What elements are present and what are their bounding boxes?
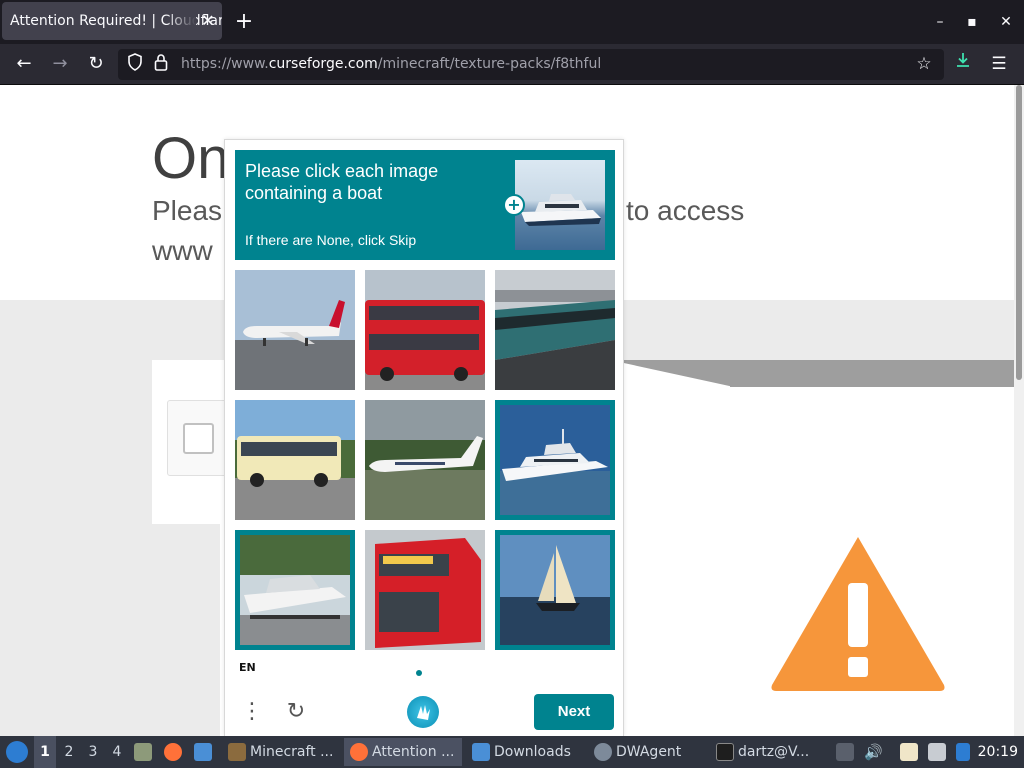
taskbar-app-dwagent[interactable]: DWAgent [588, 738, 706, 766]
menu-icon[interactable]: ☰ [985, 50, 1013, 78]
close-tab-icon[interactable]: ✕ [200, 2, 216, 40]
downloads-icon[interactable] [949, 50, 977, 78]
taskbar-app-terminal[interactable]: dartz@V... [710, 738, 828, 766]
back-arrow-icon[interactable]: ← [10, 50, 38, 78]
taskbar-app-downloads[interactable]: Downloads [466, 738, 584, 766]
tile-sailboat[interactable] [495, 530, 615, 650]
shield-icon[interactable] [124, 53, 146, 75]
next-button[interactable]: Next [534, 694, 614, 730]
panel-tabstrip [730, 360, 1014, 387]
clock[interactable]: 20:19 [978, 736, 1018, 768]
taskbar: 1 2 3 4 Minecraft ... Attention ... Down… [0, 736, 1024, 768]
browser-tab[interactable]: Attention Required! | Cloudflare ✕ [2, 2, 222, 40]
navigation-bar: ← → ↻ https://www.curseforge.com/minecra… [0, 44, 1024, 85]
page-subtitle-start: Pleas [152, 195, 223, 226]
more-options-icon[interactable]: ⋮ [235, 695, 269, 729]
tile-train[interactable] [495, 270, 615, 390]
tray-scroll-icon[interactable] [836, 743, 854, 761]
refresh-challenge-icon[interactable]: ↻ [279, 695, 313, 729]
workspace-1[interactable]: 1 [34, 736, 56, 768]
language-selector[interactable]: EN [239, 661, 256, 674]
minecraft-icon [228, 743, 246, 761]
files-launcher-icon[interactable] [134, 743, 152, 761]
minimize-button[interactable]: – [928, 10, 952, 34]
tile-airplane[interactable] [235, 270, 355, 390]
workspace-2[interactable]: 2 [58, 736, 80, 768]
terminal-icon [716, 743, 734, 761]
new-tab-button[interactable]: + [232, 8, 256, 36]
prompt-subtext: If there are None, click Skip [245, 232, 417, 248]
page-indicator [416, 670, 422, 676]
hcaptcha-challenge: Please click each image containing a boa… [224, 139, 624, 736]
close-window-button[interactable]: ✕ [994, 10, 1018, 34]
workspace-4[interactable]: 4 [106, 736, 128, 768]
url-bar[interactable]: https://www.curseforge.com/minecraft/tex… [118, 49, 944, 80]
reload-icon[interactable]: ↻ [82, 50, 110, 78]
start-menu-icon[interactable] [6, 741, 28, 763]
notification-icon[interactable] [956, 743, 970, 761]
taskbar-app-firefox[interactable]: Attention ... [344, 738, 462, 766]
page-scrollbar[interactable] [1014, 85, 1024, 736]
tile-yacht[interactable] [495, 400, 615, 520]
page-subtitle-end: to access [626, 195, 745, 226]
firefox-launcher-icon[interactable] [164, 743, 182, 761]
maximize-button[interactable]: ▪ [960, 10, 984, 34]
tile-motorboat-on-trailer[interactable] [235, 530, 355, 650]
clipboard-icon[interactable] [900, 743, 918, 761]
tab-bar: Attention Required! | Cloudflare ✕ + – ▪… [0, 0, 1024, 44]
prompt-text: Please click each image containing a boa… [245, 161, 439, 203]
tile-coach-bus[interactable] [235, 400, 355, 520]
taskbar-app-minecraft[interactable]: Minecraft ... [222, 738, 340, 766]
tile-private-jet[interactable] [365, 400, 485, 520]
lock-icon[interactable] [150, 53, 172, 75]
zoom-example-icon[interactable]: + [503, 194, 525, 216]
folder-icon [472, 743, 490, 761]
network-icon[interactable] [928, 743, 946, 761]
bookmark-star-icon[interactable]: ☆ [910, 50, 938, 78]
example-image[interactable] [515, 160, 605, 250]
workspace-3[interactable]: 3 [82, 736, 104, 768]
gear-icon [594, 743, 612, 761]
captcha-checkbox[interactable] [183, 423, 214, 454]
scroll-thumb[interactable] [1016, 85, 1022, 380]
forward-arrow-icon[interactable]: → [46, 50, 74, 78]
page-subtitle-line2: www [152, 235, 213, 266]
tile-double-decker-bus[interactable] [365, 270, 485, 390]
tile-red-bus[interactable] [365, 530, 485, 650]
desktop-launcher-icon[interactable] [194, 743, 212, 761]
firefox-icon [350, 743, 368, 761]
warning-icon [771, 537, 945, 691]
url-text[interactable]: https://www.curseforge.com/minecraft/tex… [181, 49, 601, 80]
hcaptcha-logo-icon[interactable] [407, 696, 439, 728]
volume-icon[interactable]: 🔊 [864, 743, 883, 761]
challenge-prompt: Please click each image containing a boa… [235, 150, 615, 260]
